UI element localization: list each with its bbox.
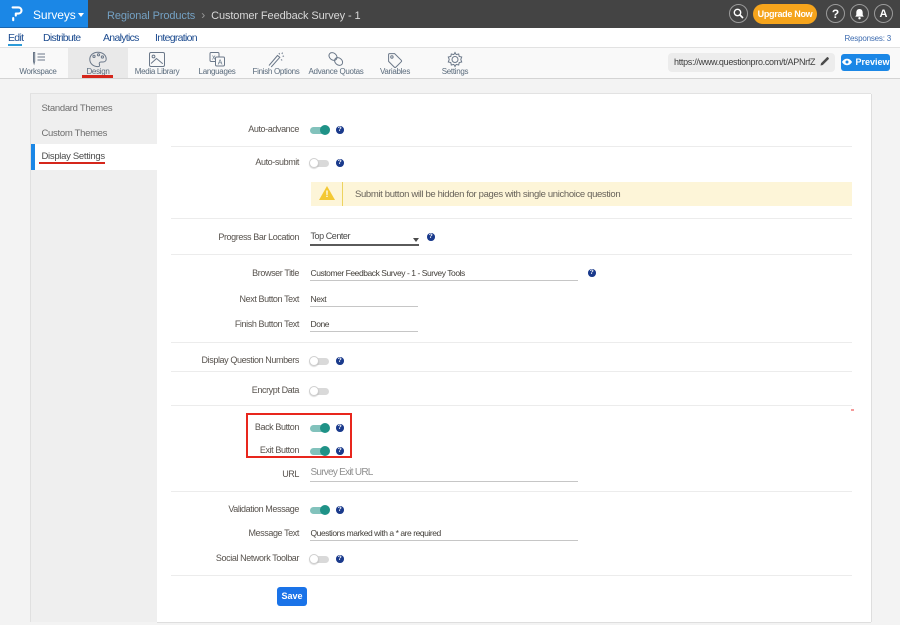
svg-text:A: A [218,59,223,66]
svg-text:x: x [212,55,216,62]
